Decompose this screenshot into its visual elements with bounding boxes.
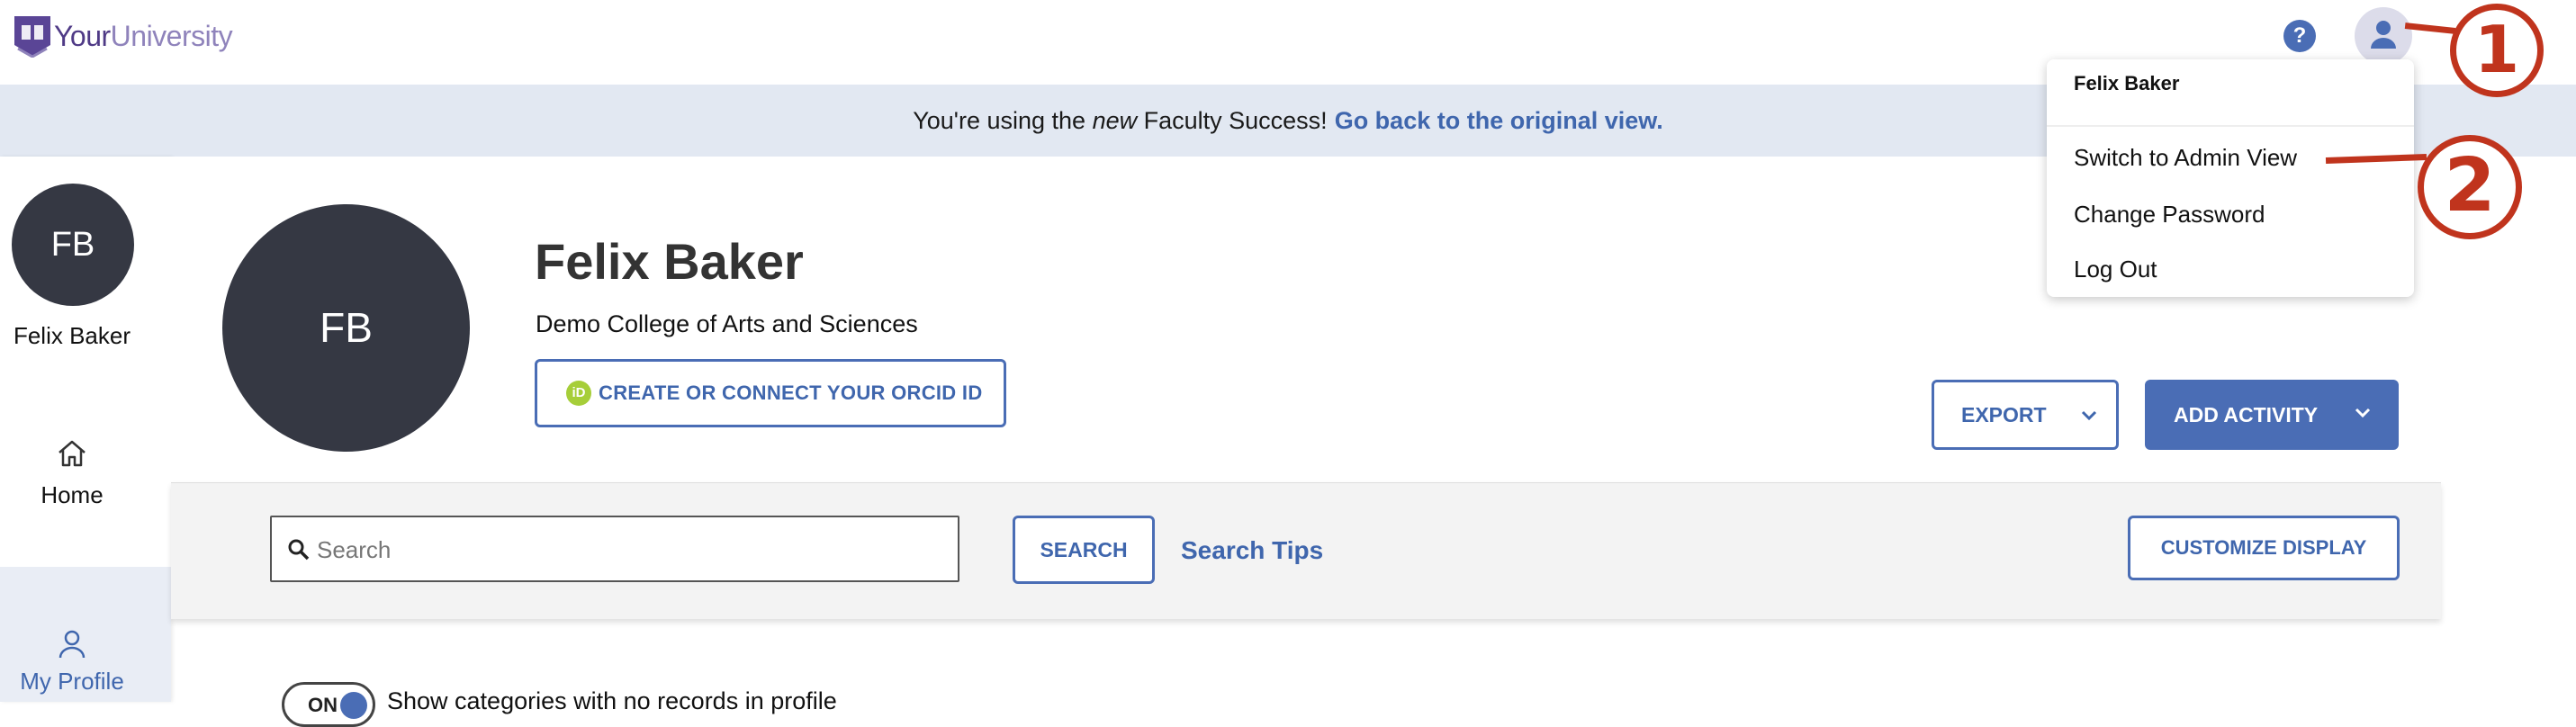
banner-text: You're using the new Faculty Success!: [913, 107, 1328, 134]
search-icon: [288, 539, 310, 561]
user-dropdown-menu: Felix Baker Switch to Admin View Change …: [2047, 59, 2414, 297]
orcid-button[interactable]: iD CREATE OR CONNECT YOUR ORCID ID: [535, 359, 1006, 427]
menu-item-switch-admin[interactable]: Switch to Admin View: [2074, 144, 2297, 172]
menu-user-name: Felix Baker: [2074, 72, 2180, 94]
person-icon: [2371, 21, 2396, 49]
sidebar-item-home[interactable]: Home: [0, 435, 144, 509]
search-field[interactable]: [270, 516, 959, 582]
logo-shield-icon: [14, 16, 50, 58]
show-empty-categories-toggle[interactable]: ON: [282, 682, 375, 727]
orcid-button-label: CREATE OR CONNECT YOUR ORCID ID: [599, 381, 983, 404]
add-activity-label: ADD ACTIVITY: [2174, 402, 2319, 426]
home-icon: [59, 440, 86, 467]
export-button-label: EXPORT: [1961, 402, 2047, 426]
callout-1-marker: 1: [2450, 4, 2544, 97]
menu-item-log-out[interactable]: Log Out: [2074, 256, 2157, 283]
profile-name: Felix Baker: [535, 233, 804, 290]
person-outline-icon: [59, 630, 86, 659]
chevron-down-icon: [2355, 408, 2371, 418]
menu-item-change-password[interactable]: Change Password: [2074, 201, 2265, 229]
add-activity-button[interactable]: ADD ACTIVITY: [2145, 380, 2399, 450]
chevron-down-icon: [2081, 410, 2097, 421]
sidebar-user-name: Felix Baker: [13, 322, 131, 349]
callout-2-marker: 2: [2418, 135, 2522, 239]
sidebar-item-my-profile[interactable]: My Profile: [0, 567, 171, 702]
sidebar-item-label: Home: [41, 481, 104, 508]
menu-divider: [2047, 125, 2414, 127]
sidebar-avatar[interactable]: FB: [12, 184, 134, 306]
profile-college: Demo College of Arts and Sciences: [536, 310, 918, 337]
export-button[interactable]: EXPORT: [1932, 380, 2119, 450]
logo-text: YourUniversity: [54, 19, 233, 52]
back-to-original-link[interactable]: Go back to the original view.: [1335, 107, 1663, 134]
search-input[interactable]: [317, 528, 947, 571]
profile-avatar: FB: [222, 204, 470, 452]
help-question-icon[interactable]: ?: [2283, 20, 2316, 52]
toggle-state-label: ON: [308, 694, 338, 716]
search-tips-link[interactable]: Search Tips: [1181, 536, 1323, 565]
sidebar-item-label: My Profile: [20, 668, 124, 695]
sidebar: FB Felix Baker Home My Profile: [0, 157, 171, 702]
university-logo[interactable]: YourUniversity: [13, 14, 233, 58]
orcid-icon: iD: [566, 381, 591, 406]
user-menu-button[interactable]: [2355, 7, 2412, 65]
search-button[interactable]: SEARCH: [1013, 516, 1155, 584]
customize-display-button[interactable]: CUSTOMIZE DISPLAY: [2128, 516, 2400, 580]
toggle-knob: [340, 692, 367, 719]
